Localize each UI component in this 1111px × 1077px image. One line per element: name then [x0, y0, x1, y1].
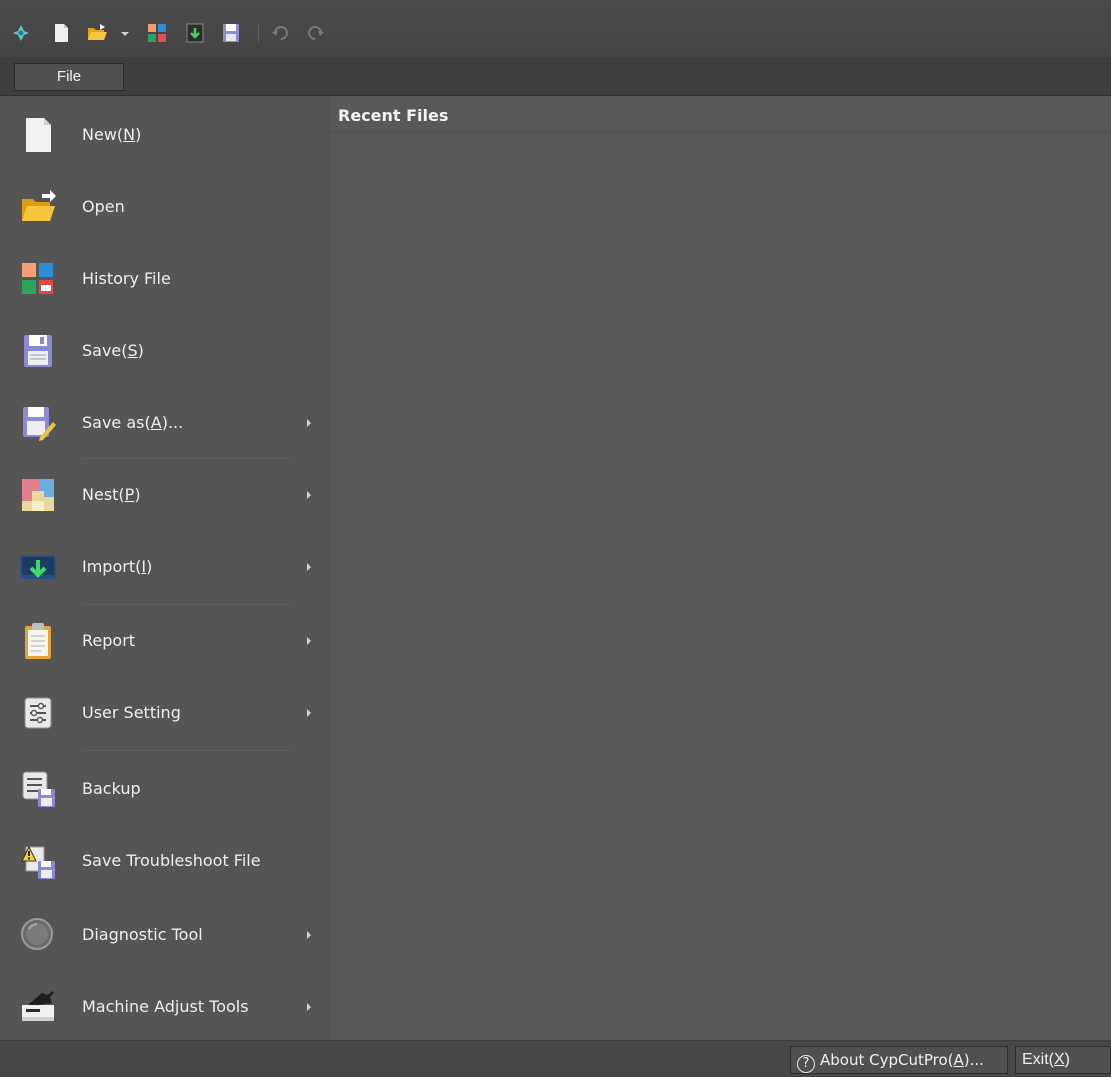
menu-item-machine-adjust-tools[interactable]: Machine Adjust Tools	[8, 974, 326, 1040]
app-window: File New(N) Open History File Save(S) Sa…	[0, 0, 1111, 1077]
menu-item-user-setting[interactable]: User Setting	[8, 680, 326, 746]
open-folder-icon[interactable]	[86, 22, 108, 44]
menu-item-report[interactable]: Report	[8, 608, 326, 674]
menu-item-label: History File	[82, 269, 171, 288]
menu-item-label: Import(I)	[82, 557, 153, 576]
menu-item-save[interactable]: Save(S)	[8, 318, 326, 384]
history-grid-icon	[22, 263, 53, 294]
recent-files-divider	[330, 132, 1111, 133]
menu-item-import[interactable]: Import(I)	[8, 534, 326, 600]
history-grid-icon[interactable]	[146, 22, 168, 44]
new-file-icon[interactable]	[50, 22, 72, 44]
menu-item-label: User Setting	[82, 703, 181, 722]
open-folder-icon	[22, 190, 56, 221]
toolbar-separator	[258, 24, 259, 42]
menu-item-label: Save(S)	[82, 341, 144, 360]
menu-item-label: Diagnostic Tool	[82, 925, 203, 944]
menu-separator	[82, 458, 292, 459]
backstage-footer: ? About CypCutPro(A)... Exit(X)	[0, 1040, 1111, 1077]
submenu-arrow-icon	[307, 419, 311, 427]
import-icon	[20, 555, 56, 579]
about-button[interactable]: ? About CypCutPro(A)...	[790, 1046, 1008, 1074]
import-icon[interactable]	[184, 22, 206, 44]
backup-icon	[22, 771, 55, 807]
settings-sliders-icon	[24, 697, 52, 729]
submenu-arrow-icon	[307, 491, 311, 499]
chevron-down-icon[interactable]	[118, 22, 132, 44]
submenu-arrow-icon	[307, 709, 311, 717]
menu-item-label: Backup	[82, 779, 141, 798]
floppy-disk-icon	[24, 335, 52, 367]
about-label: About CypCutPro(	[820, 1051, 954, 1069]
help-icon: ?	[797, 1055, 815, 1073]
menu-item-label: New(N)	[82, 125, 142, 144]
recent-files-title: Recent Files	[338, 106, 449, 125]
menu-item-label: Open	[82, 197, 125, 216]
menu-item-open[interactable]: Open	[8, 174, 326, 240]
undo-icon[interactable]	[270, 22, 292, 44]
menu-item-label: Nest(P)	[82, 485, 141, 504]
app-logo-icon[interactable]	[10, 22, 32, 44]
clipboard-icon	[25, 623, 51, 659]
menu-item-backup[interactable]: Backup	[8, 756, 326, 822]
menu-item-save-as[interactable]: Save as(A)...	[8, 390, 326, 456]
warning-save-icon	[21, 845, 55, 879]
menu-item-history-file[interactable]: History File	[8, 246, 326, 312]
magnifier-icon	[21, 918, 53, 950]
menu-item-label: Report	[82, 631, 136, 650]
menu-item-save-troubleshoot-file[interactable]: Save Troubleshoot File	[8, 828, 326, 894]
about-tail: )...	[963, 1051, 984, 1069]
exit-label: Exit(	[1022, 1051, 1054, 1068]
submenu-arrow-icon	[307, 931, 311, 939]
exit-tail: )	[1064, 1051, 1070, 1068]
exit-key: X	[1054, 1051, 1065, 1068]
menu-item-label: Save as(A)...	[82, 413, 184, 432]
file-backstage-menu: New(N) Open History File Save(S) Save as…	[0, 96, 330, 1040]
redo-icon[interactable]	[304, 22, 326, 44]
menu-separator	[82, 750, 292, 751]
menu-separator	[82, 604, 292, 605]
new-document-icon	[26, 118, 51, 152]
save-as-icon	[23, 407, 56, 441]
ribbon-tab-bar: File	[0, 58, 1111, 96]
submenu-arrow-icon	[307, 563, 311, 571]
machine-adjust-icon	[22, 991, 54, 1021]
menu-item-label: Save Troubleshoot File	[82, 851, 261, 870]
file-tab[interactable]: File	[14, 63, 124, 91]
menu-item-label: Machine Adjust Tools	[82, 997, 249, 1016]
exit-button[interactable]: Exit(X)	[1015, 1046, 1111, 1074]
about-key: A	[953, 1051, 964, 1069]
recent-files-panel: Recent Files	[330, 96, 1111, 1040]
menu-item-new[interactable]: New(N)	[8, 102, 326, 168]
nest-icon	[22, 479, 54, 511]
menu-item-diagnostic-tool[interactable]: Diagnostic Tool	[8, 902, 326, 968]
menu-item-nest[interactable]: Nest(P)	[8, 462, 326, 528]
submenu-arrow-icon	[307, 1003, 311, 1011]
submenu-arrow-icon	[307, 637, 311, 645]
quick-access-toolbar	[0, 0, 1111, 58]
save-icon[interactable]	[220, 22, 242, 44]
